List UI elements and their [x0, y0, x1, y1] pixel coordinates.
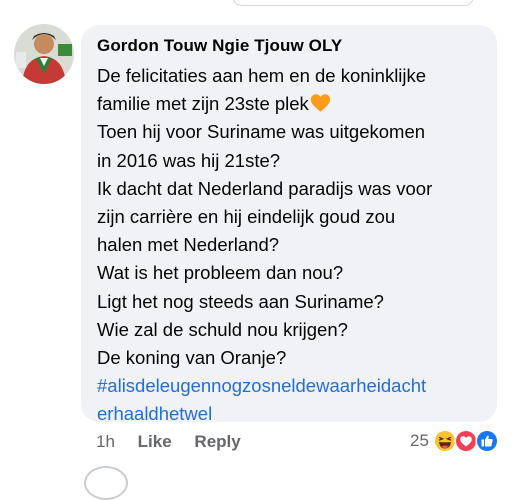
comment-line-text: familie met zijn 23ste plek [97, 93, 309, 115]
comment-timestamp[interactable]: 1h [96, 432, 115, 451]
comment-text: De felicitaties aan hem en de koninklijk… [97, 62, 492, 429]
comment-line: in 2016 was hij 21ste? [97, 149, 281, 171]
comment-author[interactable]: Gordon Touw Ngie Tjouw OLY [97, 36, 342, 56]
comment-actions: 1h Like Reply [96, 432, 259, 452]
reaction-icons [433, 429, 499, 453]
comment-line: Wat is het probleem dan nou? [97, 262, 344, 284]
avatar[interactable] [14, 24, 74, 84]
comment-line: Ik dacht dat Nederland paradijs was voor [97, 177, 433, 199]
comment-line-with-emoji: familie met zijn 23ste plek [97, 90, 492, 118]
orange-heart-icon [310, 94, 330, 112]
reply-button[interactable]: Reply [194, 432, 240, 451]
avatar-photo [14, 24, 74, 84]
next-avatar-edge [84, 466, 128, 500]
comment-line: halen met Nederland? [97, 234, 280, 256]
comment-line: De felicitaties aan hem en de koninklijk… [97, 65, 427, 86]
comment-line: Wie zal de schuld nou krijgen? [97, 318, 348, 340]
hashtag-link-continued[interactable]: erhaaldhetwel [97, 400, 492, 428]
comment-line: Toen hij voor Suriname was uitgekomen [97, 121, 426, 143]
comment-line: De koning van Oranje? [97, 347, 287, 369]
reaction-count: 25 [410, 431, 429, 450]
like-button[interactable]: Like [138, 432, 172, 451]
previous-comment-edge [232, 0, 474, 6]
reaction-summary[interactable]: 25 [410, 428, 499, 454]
comment-line: Ligt het nog steeds aan Suriname? [97, 290, 384, 312]
comment-line: zijn carrière en hij eindelijk goud zou [97, 206, 396, 228]
hashtag-link[interactable]: #alisdeleugennogzosneldewaarheidacht [97, 372, 492, 400]
like-icon [475, 429, 499, 453]
